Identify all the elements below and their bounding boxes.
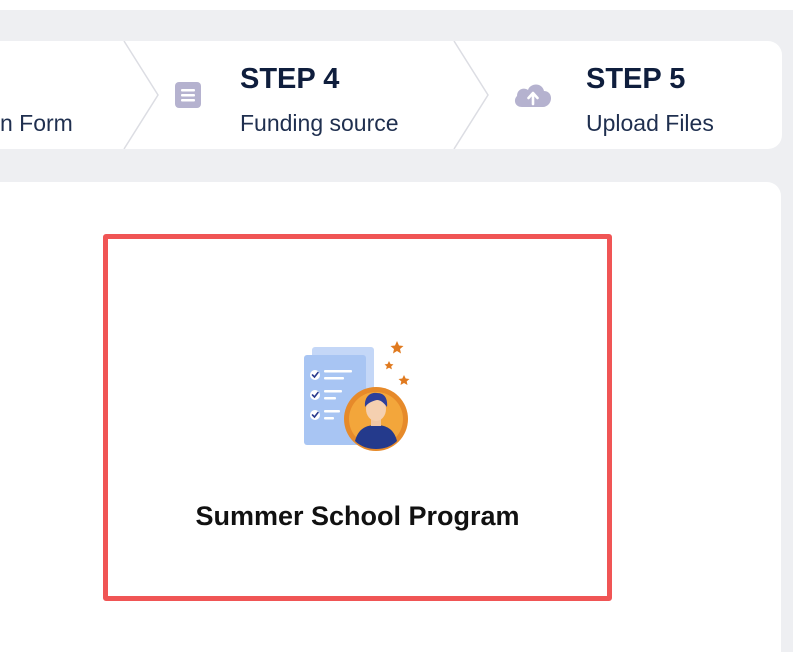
checklist-student-icon	[298, 337, 418, 457]
step-4-number: STEP 4	[240, 63, 340, 95]
program-card-summer-school[interactable]: Summer School Program	[103, 234, 612, 601]
cloud-upload-icon	[512, 79, 554, 111]
top-header-strip	[0, 0, 793, 10]
steps-progress-bar: n Form STEP 4 Funding source STEP 5 Uplo…	[0, 41, 782, 149]
step-5[interactable]: STEP 5 Upload Files	[510, 41, 782, 149]
step-3-label: n Form	[0, 110, 73, 136]
step-5-label: Upload Files	[586, 110, 714, 136]
step-divider-chevron	[453, 41, 489, 149]
step-5-number: STEP 5	[586, 63, 686, 95]
form-icon	[172, 79, 204, 111]
program-title: Summer School Program	[195, 501, 520, 531]
step-4[interactable]: STEP 4 Funding source	[168, 41, 468, 149]
step-4-label: Funding source	[240, 110, 399, 136]
step-divider-chevron	[123, 41, 159, 149]
